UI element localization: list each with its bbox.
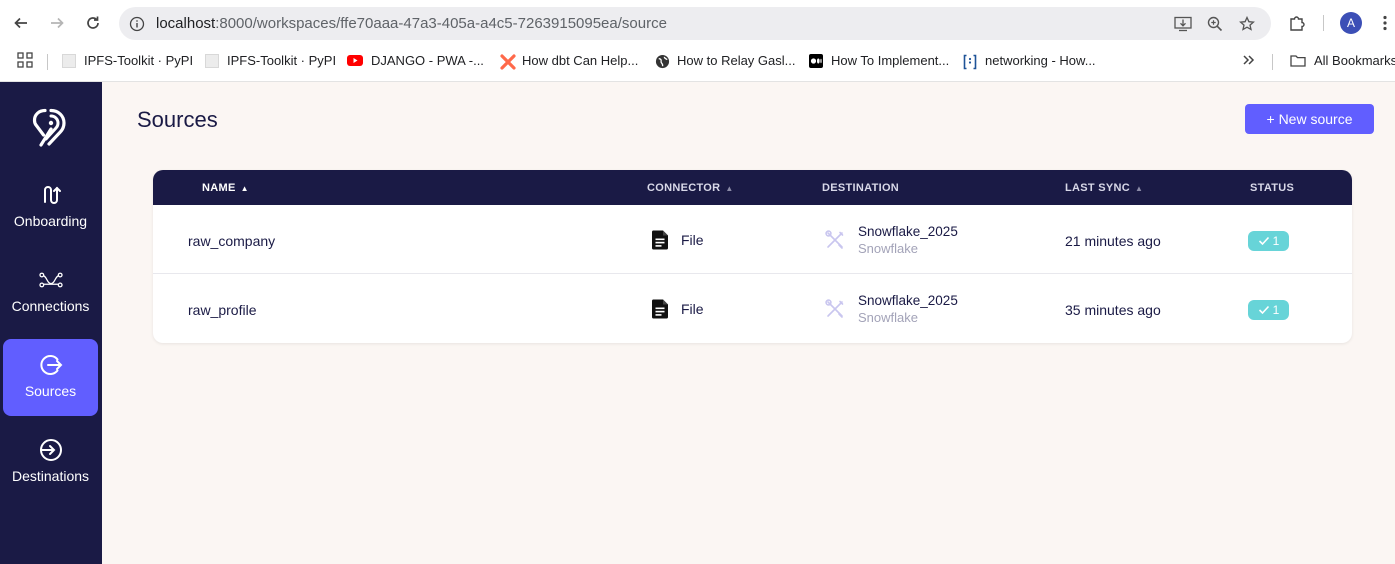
app-root: Onboarding Connections Sources Destinati… xyxy=(0,82,1395,564)
bookmark-ipfs-2[interactable]: IPFS-Toolkit · PyPI xyxy=(205,53,336,68)
folder-icon xyxy=(1290,54,1306,68)
sources-icon xyxy=(39,353,63,377)
back-arrow-icon xyxy=(14,17,27,29)
sort-asc-icon: ▲ xyxy=(240,183,249,193)
column-header-destination: DESTINATION xyxy=(822,182,900,194)
sidebar-item-connections[interactable]: Connections xyxy=(3,254,98,331)
bookmarks-bar: IPFS-Toolkit · PyPI IPFS-Toolkit · PyPI … xyxy=(0,46,1395,76)
page-title: Sources xyxy=(137,107,218,132)
sidebar-item-onboarding[interactable]: Onboarding xyxy=(3,169,98,246)
connector-cell: File xyxy=(649,229,704,251)
destination-name: Snowflake_2025 xyxy=(858,224,958,239)
file-icon xyxy=(651,230,668,250)
bookmark-star-icon[interactable] xyxy=(1237,14,1257,34)
apps-grid-icon[interactable] xyxy=(17,52,33,68)
bookmark-ipfs-1[interactable]: IPFS-Toolkit · PyPI xyxy=(62,53,193,68)
new-source-button[interactable]: + New source xyxy=(1245,104,1374,134)
connections-icon xyxy=(38,268,63,292)
destination-cell: Snowflake_2025 Snowflake xyxy=(824,293,958,325)
reload-button[interactable] xyxy=(82,12,104,34)
pypi-icon xyxy=(205,53,219,68)
column-header-last-sync[interactable]: LAST SYNC ▲ xyxy=(1065,182,1143,194)
site-info-icon[interactable] xyxy=(127,14,147,34)
stackexchange-icon xyxy=(963,54,977,69)
browser-menu-icon[interactable] xyxy=(1377,12,1393,34)
destination-tools-icon xyxy=(825,299,844,318)
url-text: localhost:8000/workspaces/ffe70aaa-47a3-… xyxy=(156,15,667,32)
connector-cell: File xyxy=(649,298,704,320)
source-name: raw_profile xyxy=(188,302,257,318)
column-header-name[interactable]: NAME ▲ xyxy=(202,182,249,194)
sidebar-item-destinations[interactable]: Destinations xyxy=(3,424,98,501)
globe-icon xyxy=(655,54,670,68)
table-header: NAME ▲ CONNECTOR ▲ DESTINATION LAST SYNC ▲ … xyxy=(153,170,1352,205)
medium-icon xyxy=(809,53,823,68)
connector-name: File xyxy=(681,232,704,248)
forward-arrow-icon xyxy=(51,17,64,29)
zoom-icon[interactable] xyxy=(1205,14,1225,34)
reload-icon xyxy=(87,16,99,29)
sidebar-item-label: Connections xyxy=(11,298,90,314)
check-icon xyxy=(1258,236,1269,246)
extensions-icon[interactable] xyxy=(1286,12,1308,34)
install-app-icon[interactable] xyxy=(1173,14,1193,34)
sidebar-item-label: Onboarding xyxy=(13,213,88,229)
destination-name: Snowflake_2025 xyxy=(858,293,958,308)
bookmark-medium[interactable]: How To Implement... xyxy=(809,53,949,68)
bookmark-django[interactable]: DJANGO - PWA -... xyxy=(347,53,484,68)
forward-button[interactable] xyxy=(46,12,68,34)
profile-avatar-button[interactable]: A xyxy=(1340,12,1362,34)
sidebar-item-label: Destinations xyxy=(11,468,90,484)
source-name: raw_company xyxy=(188,233,276,249)
sidebar: Onboarding Connections Sources Destinati… xyxy=(0,82,102,564)
address-bar[interactable]: localhost:8000/workspaces/ffe70aaa-47a3-… xyxy=(119,7,1271,40)
more-bookmarks-icon[interactable] xyxy=(1242,53,1256,67)
bookmark-networking[interactable]: networking - How... xyxy=(963,53,1096,69)
toolbar-divider xyxy=(1323,15,1324,31)
last-sync: 21 minutes ago xyxy=(1065,233,1161,249)
destinations-icon xyxy=(39,438,63,462)
sort-icon: ▲ xyxy=(1135,183,1144,193)
dbt-icon xyxy=(500,53,516,70)
sources-table: NAME ▲ CONNECTOR ▲ DESTINATION LAST SYNC ▲ … xyxy=(153,170,1352,343)
browser-chrome: localhost:8000/workspaces/ffe70aaa-47a3-… xyxy=(0,0,1395,82)
bookmark-dbt[interactable]: How dbt Can Help... xyxy=(500,53,638,70)
avatar: A xyxy=(1340,12,1362,34)
destination-type: Snowflake xyxy=(858,310,918,325)
column-header-connector[interactable]: CONNECTOR ▲ xyxy=(647,182,734,194)
browser-toolbar: localhost:8000/workspaces/ffe70aaa-47a3-… xyxy=(0,0,1395,46)
destination-type: Snowflake xyxy=(858,241,918,256)
status-badge: 1 xyxy=(1248,231,1289,251)
table-row[interactable]: raw_company File Snowflake_2025 Snowflak… xyxy=(153,205,1352,274)
sidebar-item-label: Sources xyxy=(24,383,77,399)
bookmarks-divider xyxy=(47,54,48,70)
connector-name: File xyxy=(681,301,704,317)
table-row[interactable]: raw_profile File Snowflake_2025 Snowflak… xyxy=(153,274,1352,343)
sidebar-item-sources[interactable]: Sources xyxy=(3,339,98,416)
bookmarks-divider-2 xyxy=(1272,54,1273,70)
check-icon xyxy=(1258,305,1269,315)
all-bookmarks-button[interactable]: All Bookmarks xyxy=(1290,53,1395,68)
sort-icon: ▲ xyxy=(725,183,734,193)
column-header-status: STATUS xyxy=(1250,182,1295,194)
pypi-icon xyxy=(62,53,76,68)
last-sync: 35 minutes ago xyxy=(1065,302,1161,318)
status-badge: 1 xyxy=(1248,300,1289,320)
onboarding-icon xyxy=(39,183,63,207)
airbyte-logo-icon[interactable] xyxy=(31,108,71,148)
back-button[interactable] xyxy=(10,12,32,34)
main-content: Sources + New source NAME ▲ CONNECTOR ▲ DE… xyxy=(102,82,1395,564)
bookmark-relay[interactable]: How to Relay Gasl... xyxy=(655,53,796,68)
file-icon xyxy=(651,299,668,319)
youtube-icon xyxy=(347,55,363,66)
destination-tools-icon xyxy=(825,230,844,249)
destination-cell: Snowflake_2025 Snowflake xyxy=(824,224,958,256)
